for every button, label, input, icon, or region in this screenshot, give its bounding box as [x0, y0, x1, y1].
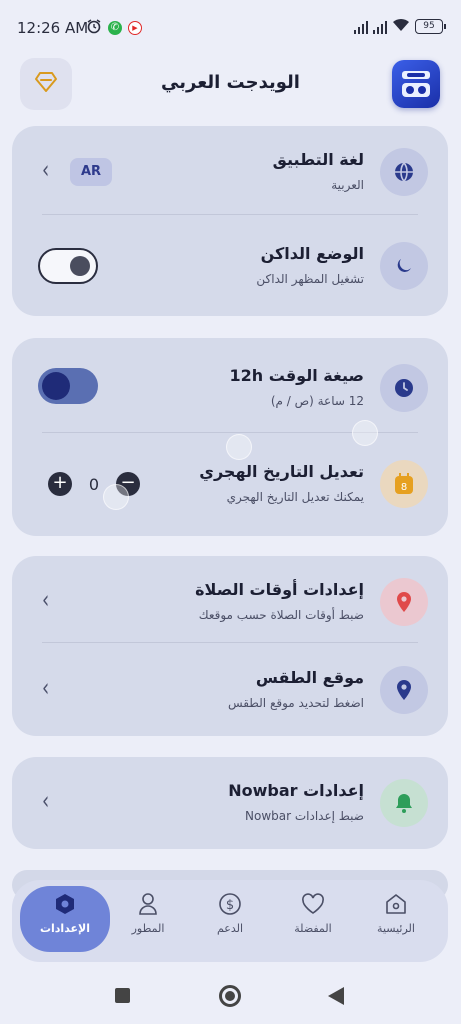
system-nav-bar [0, 970, 461, 1024]
chevron-left-icon: ‹ [42, 585, 50, 616]
time-format-title: صيغة الوقت 12h [229, 366, 364, 385]
nav-item-home[interactable]: الرئيسية [356, 890, 436, 952]
nav-label: المفضلة [294, 922, 332, 935]
home-button[interactable] [219, 985, 241, 1007]
language-row[interactable]: لغة التطبيق العربية AR ‹ [12, 126, 448, 220]
back-button[interactable] [328, 987, 344, 1005]
app-header: الويدجت العربي [0, 58, 461, 112]
divider [42, 642, 418, 643]
notification-icons: ✆ ▶ [86, 18, 142, 38]
signal-icon-2 [373, 20, 387, 34]
status-time: 12:26 AM [17, 19, 89, 37]
settings-card-nowbar: إعدادات Nowbar ضبط إعدادات Nowbar ‹ [12, 757, 448, 849]
youtube-icon: ▶ [128, 21, 142, 35]
prayer-title: إعدادات أوقات الصلاة [195, 580, 364, 599]
nowbar-row[interactable]: إعدادات Nowbar ضبط إعدادات Nowbar ‹ [12, 757, 448, 849]
language-subtitle: العربية [331, 178, 364, 192]
weather-subtitle: اضغط لتحديد موقع الطقس [227, 696, 364, 710]
home-icon [356, 890, 436, 918]
nowbar-subtitle: ضبط إعدادات Nowbar [245, 809, 364, 823]
decorative-bubble [352, 420, 378, 446]
nav-label: المطور [131, 922, 165, 935]
svg-text:$: $ [226, 898, 234, 913]
weather-title: موقع الطقس [255, 668, 364, 687]
nowbar-title: إعدادات Nowbar [228, 781, 364, 800]
moon-icon [380, 242, 428, 290]
time-format-row: صيغة الوقت 12h 12 ساعة (ص / م) [12, 338, 448, 434]
toggle-knob [42, 372, 70, 400]
language-badge: AR [70, 158, 112, 186]
battery-icon: 95 [415, 19, 446, 34]
alarm-icon [86, 18, 102, 38]
hijri-title: تعديل التاريخ الهجري [199, 462, 364, 481]
globe-icon [380, 148, 428, 196]
status-bar: 12:26 AM ✆ ▶ 95 [0, 0, 461, 56]
whatsapp-icon: ✆ [108, 21, 122, 35]
wifi-icon [392, 17, 410, 36]
calendar-icon: 8 [380, 460, 428, 508]
increment-button[interactable]: + [48, 472, 72, 496]
system-indicators: 95 [354, 17, 446, 36]
dark-mode-subtitle: تشغيل المظهر الداكن [256, 272, 364, 286]
calendar-day: 8 [401, 482, 407, 493]
dark-mode-toggle[interactable] [38, 248, 98, 284]
bottom-nav: الإعدادات المطور $ الدعم المفضلة الرئيسي… [12, 880, 448, 962]
nav-item-settings[interactable]: الإعدادات [25, 890, 105, 952]
chevron-left-icon: ‹ [42, 155, 50, 186]
settings-card-location: إعدادات أوقات الصلاة ضبط أوقات الصلاة حس… [12, 556, 448, 736]
heart-icon [273, 890, 353, 918]
toggle-knob [70, 256, 90, 276]
time-format-toggle[interactable] [38, 368, 98, 404]
settings-hex-icon [25, 890, 105, 918]
decorative-bubble [226, 434, 252, 460]
nav-label: الدعم [216, 922, 244, 935]
prayer-times-row[interactable]: إعدادات أوقات الصلاة ضبط أوقات الصلاة حس… [12, 556, 448, 644]
weather-location-row[interactable]: موقع الطقس اضغط لتحديد موقع الطقس ‹ [12, 644, 448, 736]
nav-label: الرئيسية [377, 922, 415, 935]
chevron-left-icon: ‹ [42, 673, 50, 704]
decorative-bubble [103, 484, 129, 510]
app-logo[interactable] [392, 60, 440, 108]
hijri-subtitle: يمكنك تعديل التاريخ الهجري [226, 490, 364, 504]
nav-item-support[interactable]: $ الدعم [190, 890, 270, 952]
nav-item-favorites[interactable]: المفضلة [273, 890, 353, 952]
language-title: لغة التطبيق [272, 150, 364, 169]
bell-icon [380, 779, 428, 827]
signal-icon [354, 20, 368, 34]
clock-icon [380, 364, 428, 412]
dollar-icon: $ [190, 890, 270, 918]
divider [42, 214, 418, 215]
location-pin-icon [380, 578, 428, 626]
settings-card-general: لغة التطبيق العربية AR ‹ الوضع الداكن تش… [12, 126, 448, 316]
nav-label: الإعدادات [39, 922, 91, 935]
location-pin-icon [380, 666, 428, 714]
chevron-left-icon: ‹ [42, 786, 50, 817]
person-icon [108, 890, 188, 918]
nav-item-developer[interactable]: المطور [108, 890, 188, 952]
time-format-subtitle: 12 ساعة (ص / م) [270, 394, 364, 408]
recents-button[interactable] [115, 988, 130, 1003]
dark-mode-row: الوضع الداكن تشغيل المظهر الداكن [12, 220, 448, 316]
dark-mode-title: الوضع الداكن [260, 244, 364, 263]
prayer-subtitle: ضبط أوقات الصلاة حسب موقعك [198, 608, 364, 622]
